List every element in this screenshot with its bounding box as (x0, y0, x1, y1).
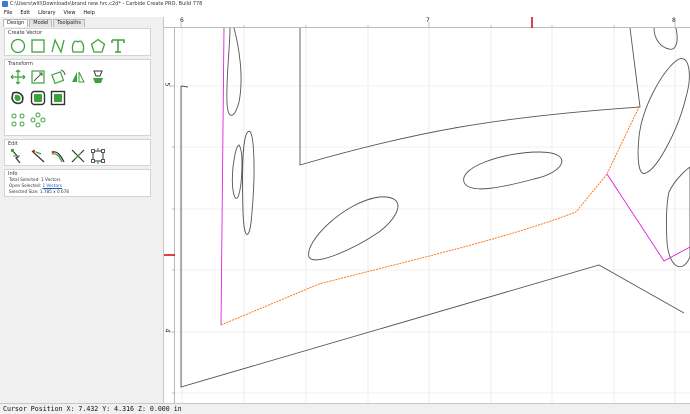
node-edit-icon[interactable] (9, 147, 27, 165)
create-vector-tools (9, 37, 129, 55)
ruler-label-4: 4 (163, 328, 171, 333)
app-window: C:\Users\will\Downloads\brand new hrc.c2… (0, 0, 690, 414)
boolean-icon[interactable] (49, 89, 67, 107)
offset-icon[interactable] (9, 89, 27, 107)
top-band-outline (299, 27, 641, 166)
total-selected-value: 1 Vectors (41, 177, 61, 182)
menu-library[interactable]: Library (34, 9, 59, 17)
transform-tools-row-1 (9, 68, 109, 86)
scale-icon[interactable] (29, 68, 47, 86)
cut-icon[interactable] (69, 147, 87, 165)
app-logo-icon (2, 1, 8, 7)
magenta-left-path (220, 27, 225, 326)
bounding-box-icon[interactable] (89, 147, 107, 165)
linear-array-icon[interactable] (9, 111, 27, 129)
left-pod-3 (231, 144, 243, 199)
edit-tools (9, 147, 109, 165)
right-oval (463, 151, 563, 190)
open-selected-link[interactable]: 1 Vectors (42, 183, 62, 188)
middle-oval (308, 196, 399, 261)
vector-outlines[interactable] (180, 27, 690, 388)
circular-array-icon[interactable] (29, 111, 47, 129)
tab-design[interactable]: Design (3, 19, 29, 27)
title-bar: C:\Users\will\Downloads\brand new hrc.c2… (0, 0, 690, 9)
rotate-icon[interactable] (49, 68, 67, 86)
left-panel: Design Model Toolpaths Create Vector Tra… (0, 17, 164, 403)
open-selected-label: Open Selected: (9, 183, 42, 188)
selected-size-label: Selected Size: (9, 189, 39, 194)
join-icon[interactable] (49, 147, 67, 165)
edit-section: Edit (4, 139, 151, 166)
magenta-vectors[interactable] (220, 27, 690, 326)
tab-toolpaths[interactable]: Toolpaths (53, 19, 85, 27)
design-canvas[interactable]: 6 7 8 5 4 (163, 17, 690, 403)
circle-icon[interactable] (9, 37, 27, 55)
menu-bar: File Edit Library View Help (0, 9, 690, 17)
ruler-label-8: 8 (672, 17, 676, 24)
text-icon[interactable] (109, 37, 127, 55)
selected-size-row: Selected Size: 1.785 x 0.678 (9, 189, 69, 195)
tab-model[interactable]: Model (29, 19, 53, 27)
mirror-icon[interactable] (69, 68, 87, 86)
magenta-right-path (606, 173, 690, 262)
create-vector-header: Create Vector (8, 30, 43, 36)
vertical-ruler[interactable]: 5 4 (163, 28, 175, 403)
panel-tabs: Design Model Toolpaths (3, 19, 86, 27)
transform-tools-row-2 (9, 89, 69, 107)
rectangle-icon[interactable] (29, 37, 47, 55)
cursor-position-readout: Cursor Position X: 7.432 Y: 4.316 Z: 0.0… (3, 405, 182, 413)
move-icon[interactable] (9, 68, 27, 86)
canvas-drawing[interactable] (164, 17, 690, 403)
polyline-icon[interactable] (49, 37, 67, 55)
polygon-icon[interactable] (89, 37, 107, 55)
info-section: Info Total Selected: 1 Vectors Open Sele… (4, 169, 151, 197)
left-pod-1 (226, 27, 242, 116)
transform-section: Transform (4, 59, 151, 136)
selected-size-value: 1.785 x 0.678 (39, 189, 69, 194)
horizontal-ruler[interactable]: 6 7 8 (164, 17, 690, 28)
align-icon[interactable] (89, 68, 107, 86)
window-title: C:\Users\will\Downloads\brand new hrc.c2… (10, 1, 203, 7)
trim-icon[interactable] (29, 147, 47, 165)
ruler-label-5: 5 (163, 82, 171, 87)
menu-edit[interactable]: Edit (16, 9, 34, 17)
edit-header: Edit (8, 141, 18, 147)
info-header: Info (8, 171, 18, 177)
right-pod-mid (637, 58, 690, 174)
menu-view[interactable]: View (60, 9, 80, 17)
transform-header: Transform (8, 61, 33, 67)
menu-file[interactable]: File (0, 9, 16, 17)
big-leaf-outline (180, 85, 685, 388)
inset-icon[interactable] (29, 89, 47, 107)
right-pod-top (653, 27, 678, 50)
ruler-label-6: 6 (180, 17, 184, 24)
total-selected-label: Total Selected: (9, 177, 40, 182)
ruler-label-7: 7 (426, 17, 430, 24)
array-tools (9, 111, 49, 129)
right-pod-low (665, 166, 690, 268)
curve-icon[interactable] (69, 37, 87, 55)
status-bar: Cursor Position X: 7.432 Y: 4.316 Z: 0.0… (0, 403, 690, 414)
grid-lines (175, 28, 690, 403)
menu-help[interactable]: Help (79, 9, 98, 17)
create-vector-section: Create Vector (4, 28, 151, 56)
selected-vector-orange[interactable] (220, 106, 640, 326)
